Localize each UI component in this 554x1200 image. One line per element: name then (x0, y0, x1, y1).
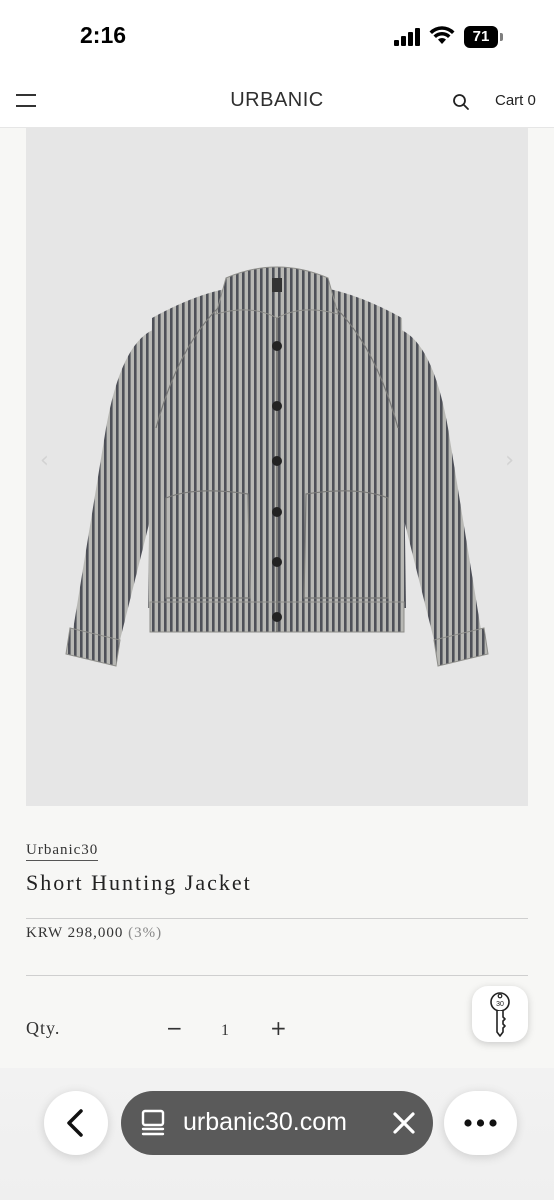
search-icon[interactable] (452, 93, 470, 111)
url-text[interactable]: urbanic30.com (183, 1108, 347, 1137)
qty-decrease-button[interactable]: − (166, 1016, 183, 1040)
signal-icon (394, 28, 422, 46)
wifi-icon (429, 26, 455, 44)
site-logo[interactable]: URBANIC (0, 89, 554, 112)
brand-link[interactable]: Urbanic30 (26, 842, 99, 861)
product-title: Short Hunting Jacket (26, 870, 252, 895)
divider (26, 918, 528, 919)
status-bar: 2:16 71 (0, 0, 554, 74)
price-value: KRW 298,000 (26, 925, 124, 941)
product-image[interactable]: ‹ › (26, 128, 528, 806)
qty-increase-button[interactable]: + (270, 1016, 287, 1040)
address-bar[interactable]: urbanic30.com (121, 1091, 433, 1155)
product-price: KRW 298,000 (3%) (26, 925, 162, 942)
browser-back-button[interactable] (44, 1091, 108, 1155)
site-header: URBANIC Cart 0 (0, 74, 554, 128)
cart-link[interactable]: Cart 0 (495, 92, 536, 109)
tabs-icon (141, 1109, 165, 1136)
qty-label: Qty. (26, 1018, 61, 1038)
status-time: 2:16 (80, 22, 127, 48)
more-options-button[interactable] (444, 1091, 517, 1155)
more-icon (464, 1119, 497, 1127)
battery-icon: 71 (464, 26, 504, 48)
svg-text:30: 30 (496, 1001, 504, 1008)
key-icon: 30 (490, 992, 510, 1037)
divider (26, 975, 528, 976)
back-chevron-icon (67, 1109, 83, 1137)
qty-value[interactable]: 1 (221, 1022, 229, 1040)
close-icon[interactable] (391, 1110, 417, 1136)
battery-level: 71 (472, 28, 490, 45)
discount-badge: (3%) (128, 925, 163, 941)
striped-jacket-photo (65, 266, 489, 667)
key-shortcut-button[interactable]: 30 (472, 986, 528, 1042)
